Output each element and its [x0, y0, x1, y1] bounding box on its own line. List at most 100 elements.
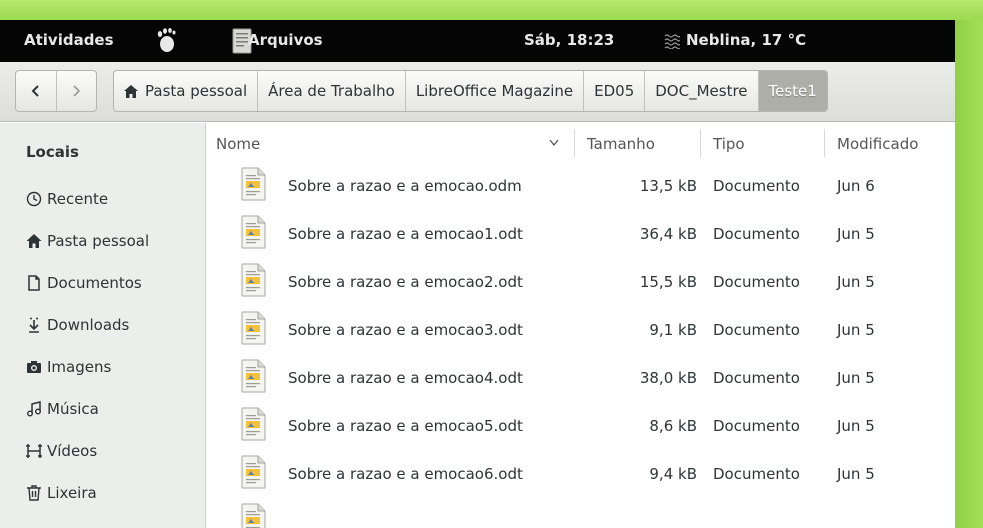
file-modified: Jun 6	[837, 177, 875, 195]
file-size: 9,4 kB	[649, 465, 697, 483]
breadcrumb-label: LibreOffice Magazine	[415, 82, 574, 100]
file-size: 15,5 kB	[639, 273, 697, 291]
sidebar-section-title: Locais	[26, 143, 79, 161]
fog-icon	[664, 34, 680, 49]
breadcrumb-label: DOC_Mestre	[655, 82, 748, 100]
file-list-view: Nome Tamanho Tipo Modificado Sobre a raz…	[207, 123, 955, 528]
breadcrumb-label: Teste1	[768, 82, 817, 100]
file-name: Sobre a razao e a emocao3.odt	[288, 321, 523, 339]
home-icon	[26, 234, 42, 248]
file-name: Sobre a razao e a emocao2.odt	[288, 273, 523, 291]
breadcrumb-teste1[interactable]: Teste1	[757, 71, 827, 111]
places-sidebar: Locais Recente Pasta pessoal Documentos …	[0, 123, 206, 528]
breadcrumb-doc-mestre[interactable]: DOC_Mestre	[644, 71, 757, 111]
sidebar-item-recente[interactable]: Recente	[26, 185, 108, 213]
document-icon	[28, 275, 40, 291]
column-size-header[interactable]: Tamanho	[587, 135, 655, 153]
sidebar-item-imagens[interactable]: Imagens	[26, 353, 111, 381]
gnome-foot-icon	[157, 28, 176, 52]
desktop-wallpaper-right	[955, 20, 983, 528]
clock[interactable]: Sáb, 18:23	[524, 31, 614, 49]
download-icon	[29, 317, 39, 333]
document-file-icon	[241, 215, 266, 249]
file-name: Sobre a razao e a emocao5.odt	[288, 417, 523, 435]
sidebar-item-documentos[interactable]: Documentos	[26, 269, 142, 297]
sidebar-item-label: Documentos	[47, 274, 142, 292]
activities-button[interactable]: Atividades	[24, 31, 114, 49]
weather-indicator[interactable]: Neblina, 17 °C	[686, 31, 806, 49]
file-type: Documento	[713, 225, 800, 243]
sidebar-item-musica[interactable]: Música	[26, 395, 99, 423]
column-separator[interactable]	[574, 129, 575, 157]
film-icon	[26, 444, 42, 458]
top-bar: Atividades Arquivos Sáb, 18:23 Neblina, …	[0, 20, 955, 62]
column-modified-header[interactable]: Modificado	[837, 135, 918, 153]
file-row[interactable]: Sobre a razao e a emocao5.odt 8,6 kB Docum…	[207, 403, 955, 451]
breadcrumb-ed05[interactable]: ED05	[583, 71, 644, 111]
trash-icon	[27, 485, 41, 501]
document-file-icon	[241, 503, 266, 528]
breadcrumb-area-de-trabalho[interactable]: Área de Trabalho	[257, 71, 405, 111]
file-type: Documento	[713, 417, 800, 435]
home-icon	[124, 84, 138, 98]
sidebar-item-label: Downloads	[47, 316, 130, 334]
file-name: Sobre a razao e a emocao1.odt	[288, 225, 523, 243]
file-type: Documento	[713, 369, 800, 387]
file-row[interactable]: Sobre a razao e a emocao6.odt 9,4 kB Docum…	[207, 451, 955, 499]
breadcrumb-pasta-pessoal[interactable]: Pasta pessoal	[114, 71, 257, 111]
column-separator[interactable]	[824, 129, 825, 157]
back-button[interactable]	[16, 71, 56, 111]
breadcrumb-label: Pasta pessoal	[145, 82, 248, 100]
files-window: Pasta pessoal Área de Trabalho LibreOffi…	[0, 62, 955, 528]
file-modified: Jun 5	[837, 321, 875, 339]
music-icon	[27, 401, 41, 417]
column-type-header[interactable]: Tipo	[713, 135, 745, 153]
file-row[interactable]: Sobre a razao e a emocao2.odt 15,5 kB Docu…	[207, 259, 955, 307]
column-name-header[interactable]: Nome	[216, 135, 260, 153]
file-size: 8,6 kB	[649, 417, 697, 435]
document-file-icon	[241, 407, 266, 441]
sidebar-item-label: Recente	[47, 190, 109, 208]
file-size: 38,0 kB	[639, 369, 697, 387]
app-menu[interactable]: Arquivos	[248, 31, 323, 49]
breadcrumb-label: ED05	[594, 82, 635, 100]
file-name: Sobre a razao e a emocao6.odt	[288, 465, 523, 483]
file-name: Sobre a razao e a emocao.odm	[288, 177, 522, 195]
clock-icon	[26, 191, 42, 207]
column-separator[interactable]	[700, 129, 701, 157]
sort-descending-icon	[549, 139, 559, 146]
header-bar: Pasta pessoal Área de Trabalho LibreOffi…	[0, 62, 955, 122]
file-modified: Jun 5	[837, 369, 875, 387]
sidebar-item-label: Lixeira	[47, 484, 97, 502]
chevron-left-icon	[31, 85, 39, 97]
file-modified: Jun 5	[837, 225, 875, 243]
file-size: 13,5 kB	[639, 177, 697, 195]
sidebar-item-lixeira[interactable]: Lixeira	[26, 479, 97, 507]
sidebar-item-downloads[interactable]: Downloads	[26, 311, 129, 339]
desktop-wallpaper-top	[0, 0, 983, 20]
file-row[interactable]: Sobre a razao e a emocao3.odt 9,1 kB Docum…	[207, 307, 955, 355]
document-file-icon	[241, 263, 266, 297]
file-row[interactable]: Sobre a razao e a emocao1.odt 36,4 kB Docu…	[207, 211, 955, 259]
navigation-buttons	[15, 70, 97, 112]
path-bar: Pasta pessoal Área de Trabalho LibreOffi…	[113, 70, 828, 112]
sidebar-item-label: Imagens	[47, 358, 112, 376]
file-row[interactable]	[207, 499, 955, 528]
document-file-icon	[241, 311, 266, 345]
forward-button[interactable]	[55, 71, 96, 111]
sidebar-item-label: Música	[47, 400, 99, 418]
file-row[interactable]: Sobre a razao e a emocao4.odt 38,0 kB Docu…	[207, 355, 955, 403]
file-type: Documento	[713, 177, 800, 195]
file-name: Sobre a razao e a emocao4.odt	[288, 369, 523, 387]
sidebar-item-pasta-pessoal[interactable]: Pasta pessoal	[26, 227, 149, 255]
file-modified: Jun 5	[837, 465, 875, 483]
sidebar-item-videos[interactable]: Vídeos	[26, 437, 97, 465]
file-type: Documento	[713, 321, 800, 339]
chevron-right-icon	[73, 85, 81, 97]
document-file-icon	[241, 359, 266, 393]
column-header: Nome Tamanho Tipo Modificado	[207, 123, 955, 161]
file-row[interactable]: Sobre a razao e a emocao.odm 13,5 kB Docum…	[207, 163, 955, 211]
file-modified: Jun 5	[837, 417, 875, 435]
breadcrumb-libreoffice-magazine[interactable]: LibreOffice Magazine	[404, 71, 583, 111]
document-file-icon	[241, 455, 266, 489]
